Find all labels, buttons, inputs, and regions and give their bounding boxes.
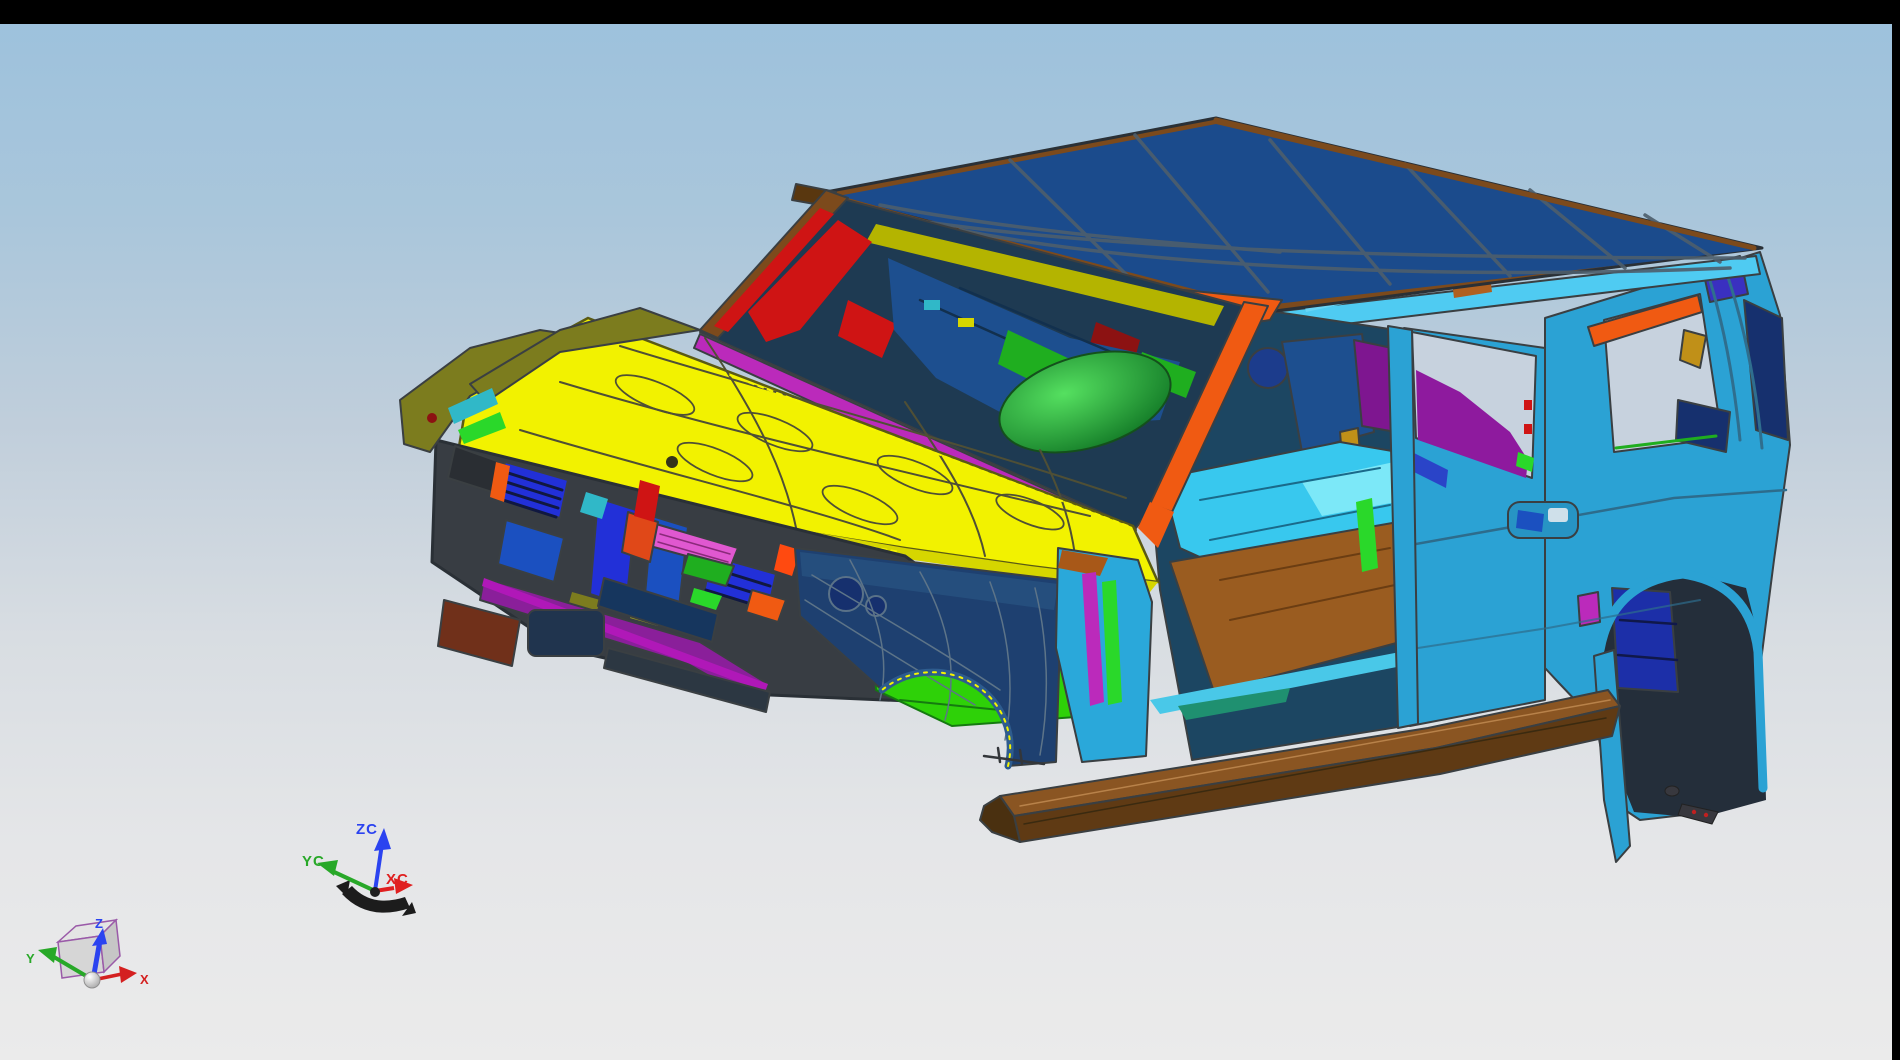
right-frame-bar xyxy=(1892,0,1900,1060)
view-origin-sphere[interactable] xyxy=(84,972,100,988)
view-x-label: X xyxy=(140,972,149,987)
part-red-dot xyxy=(1704,813,1708,817)
shock-tower-circle[interactable] xyxy=(829,577,863,611)
bumper-block[interactable] xyxy=(528,610,604,656)
door-handle-glint xyxy=(1548,508,1568,522)
red-dot xyxy=(427,413,437,423)
view-y-label: Y xyxy=(26,951,35,966)
interior-yellow-speck xyxy=(958,318,974,327)
interior-blue-blob[interactable] xyxy=(1248,348,1288,388)
interior-red-bit[interactable] xyxy=(1524,400,1532,410)
part-red-dot xyxy=(1692,810,1696,814)
model-canvas[interactable]: ZC YC XC Z Y X xyxy=(0,0,1900,1060)
wcs-origin[interactable] xyxy=(370,887,380,897)
wcs-x-label: XC xyxy=(386,871,409,888)
interior-cyan-speck xyxy=(924,300,940,310)
interior-red-bit[interactable] xyxy=(1524,424,1532,434)
small-part[interactable] xyxy=(1665,786,1679,796)
view-z-label: Z xyxy=(95,916,103,931)
wcs-z-label: ZC xyxy=(356,821,378,838)
wcs-y-label: YC xyxy=(302,853,325,870)
cad-viewport-window: ZC YC XC Z Y X xyxy=(0,0,1900,1060)
hood-dot xyxy=(666,456,678,468)
top-frame-bar xyxy=(0,0,1900,24)
